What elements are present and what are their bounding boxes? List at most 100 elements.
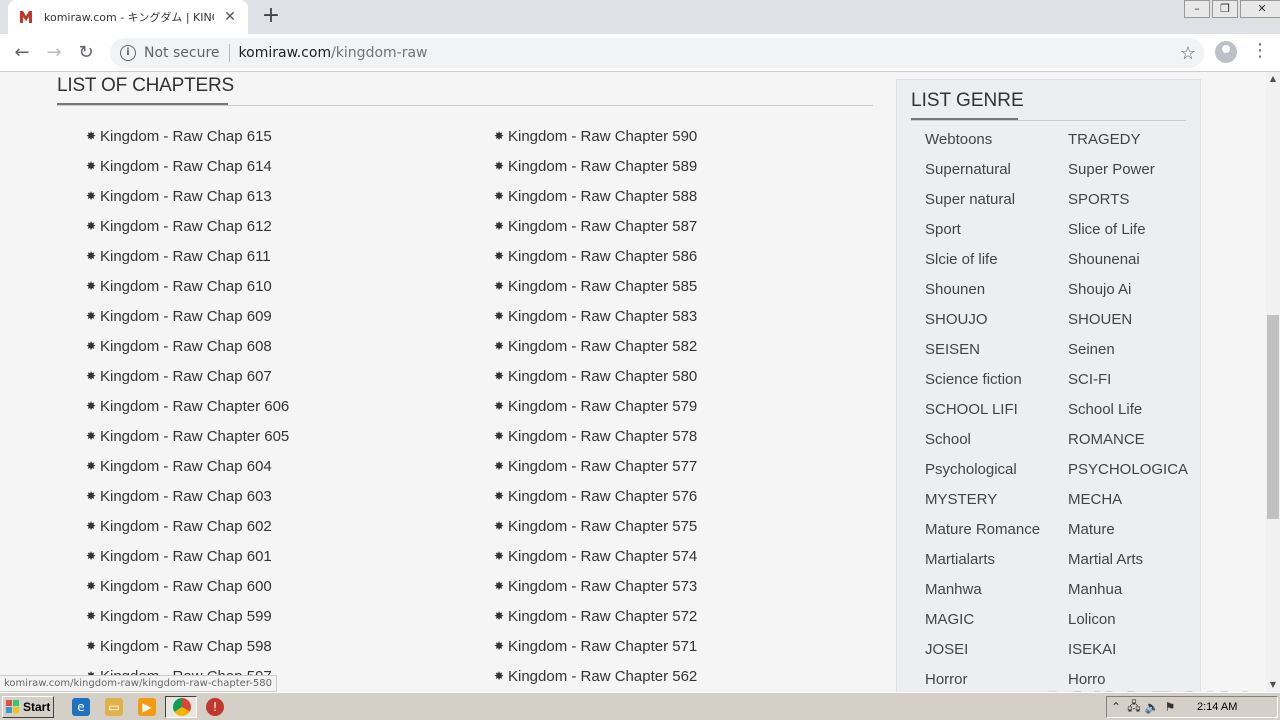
genre-link[interactable]: ISEKAI xyxy=(1068,634,1195,664)
genre-link[interactable]: School Life xyxy=(1068,394,1195,424)
chapter-link[interactable]: ✸ Kingdom - Raw Chap 612 xyxy=(86,211,289,241)
genre-link[interactable]: Mature Romance xyxy=(925,514,1068,544)
chapter-link[interactable]: ✸ Kingdom - Raw Chapter 585 xyxy=(494,271,697,301)
genre-link[interactable]: School xyxy=(925,424,1068,454)
security-label[interactable]: Not secure xyxy=(144,45,220,61)
genre-link[interactable]: Psychological xyxy=(925,454,1068,484)
genre-link[interactable]: Super Power xyxy=(1068,154,1195,184)
chapter-link[interactable]: ✸ Kingdom - Raw Chapter 588 xyxy=(494,181,697,211)
address-bar[interactable]: i Not secure komiraw.com /kingdom-raw ☆ xyxy=(110,38,1204,68)
genre-link[interactable]: Super natural xyxy=(925,184,1068,214)
chapter-link[interactable]: ✸ Kingdom - Raw Chapter 571 xyxy=(494,631,697,661)
genre-link[interactable]: Lolicon xyxy=(1068,604,1195,634)
genre-link[interactable]: SHOUEN xyxy=(1068,304,1195,334)
profile-avatar-icon[interactable] xyxy=(1215,41,1237,63)
genre-link[interactable]: Seinen xyxy=(1068,334,1195,364)
bookmark-star-icon[interactable]: ☆ xyxy=(1180,43,1196,64)
chapter-link[interactable]: ✸ Kingdom - Raw Chap 600 xyxy=(86,571,289,601)
genre-link[interactable]: MAGIC xyxy=(925,604,1068,634)
chapter-link[interactable]: ✸ Kingdom - Raw Chapter 575 xyxy=(494,511,697,541)
genre-link[interactable]: SCHOOL LIFI xyxy=(925,394,1068,424)
genre-link[interactable]: Shounenai xyxy=(1068,244,1195,274)
restore-icon[interactable]: ❐ xyxy=(1212,0,1238,18)
chapter-link[interactable]: ✸ Kingdom - Raw Chap 609 xyxy=(86,301,289,331)
genre-link[interactable]: SEISEN xyxy=(925,334,1068,364)
reload-icon[interactable]: ↻ xyxy=(74,41,98,65)
chapter-link[interactable]: ✸ Kingdom - Raw Chapter 606 xyxy=(86,391,289,421)
genre-link[interactable]: JOSEI xyxy=(925,634,1068,664)
genre-link[interactable]: Mature xyxy=(1068,514,1195,544)
chapter-link[interactable]: ✸ Kingdom - Raw Chapter 589 xyxy=(494,151,697,181)
chapter-link[interactable]: ✸ Kingdom - Raw Chap 615 xyxy=(86,121,289,151)
scroll-down-icon[interactable]: ▼ xyxy=(1266,678,1280,692)
chapter-link[interactable]: ✸ Kingdom - Raw Chapter 574 xyxy=(494,541,697,571)
genre-link[interactable]: Martialarts xyxy=(925,544,1068,574)
start-button[interactable]: Start xyxy=(2,696,54,718)
network-icon[interactable]: 🖧 xyxy=(1125,697,1143,718)
genre-link[interactable]: SPORTS xyxy=(1068,184,1195,214)
chapter-link[interactable]: ✸ Kingdom - Raw Chap 603 xyxy=(86,481,289,511)
file-explorer-icon[interactable]: ▭ xyxy=(105,698,123,716)
page-scrollbar[interactable]: ▲ ▼ xyxy=(1266,72,1280,692)
genre-link[interactable]: Sport xyxy=(925,214,1068,244)
chapter-link[interactable]: ✸ Kingdom - Raw Chap 614 xyxy=(86,151,289,181)
chapter-link[interactable]: ✸ Kingdom - Raw Chapter 582 xyxy=(494,331,697,361)
volume-icon[interactable]: 🔈 xyxy=(1143,700,1161,714)
genre-link[interactable]: Slcie of life xyxy=(925,244,1068,274)
chapter-link[interactable]: ✸ Kingdom - Raw Chap 611 xyxy=(86,241,289,271)
info-icon[interactable]: i xyxy=(120,45,136,61)
scroll-up-icon[interactable]: ▲ xyxy=(1266,72,1280,86)
alert-app-icon[interactable]: ! xyxy=(206,698,224,716)
new-tab-button[interactable]: + xyxy=(258,4,284,30)
chapter-link[interactable]: ✸ Kingdom - Raw Chapter 586 xyxy=(494,241,697,271)
close-window-icon[interactable]: ✕ xyxy=(1240,0,1280,18)
chapter-link[interactable]: ✸ Kingdom - Raw Chap 599 xyxy=(86,601,289,631)
chapter-link[interactable]: ✸ Kingdom - Raw Chap 608 xyxy=(86,331,289,361)
chapter-link[interactable]: ✸ Kingdom - Raw Chapter 577 xyxy=(494,451,697,481)
genre-link[interactable]: MECHA xyxy=(1068,484,1195,514)
browser-menu-icon[interactable]: ⋮ xyxy=(1250,41,1270,63)
genre-link[interactable]: SHOUJO xyxy=(925,304,1068,334)
genre-link[interactable]: Science fiction xyxy=(925,364,1068,394)
flag-icon[interactable]: ⚑ xyxy=(1161,700,1179,714)
genre-link[interactable]: Martial Arts xyxy=(1068,544,1195,574)
genre-link[interactable]: Supernatural xyxy=(925,154,1068,184)
chapter-link[interactable]: ✸ Kingdom - Raw Chapter 579 xyxy=(494,391,697,421)
chapter-link[interactable]: ✸ Kingdom - Raw Chap 601 xyxy=(86,541,289,571)
chapter-link[interactable]: ✸ Kingdom - Raw Chapter 587 xyxy=(494,211,697,241)
genre-link[interactable]: Webtoons xyxy=(925,124,1068,154)
internet-explorer-icon[interactable]: e xyxy=(72,698,90,716)
chapter-link[interactable]: ✸ Kingdom - Raw Chap 598 xyxy=(86,631,289,661)
back-arrow-icon[interactable]: ← xyxy=(10,41,34,65)
chapter-link[interactable]: ✸ Kingdom - Raw Chapter 576 xyxy=(494,481,697,511)
browser-tab[interactable]: komiraw.com - キングダム | KINGDOM ✕ xyxy=(8,0,248,34)
chapter-link[interactable]: ✸ Kingdom - Raw Chapter 578 xyxy=(494,421,697,451)
chapter-link[interactable]: ✸ Kingdom - Raw Chapter 562 xyxy=(494,661,697,691)
genre-link[interactable]: Slice of Life xyxy=(1068,214,1195,244)
chapter-link[interactable]: ✸ Kingdom - Raw Chap 602 xyxy=(86,511,289,541)
chapter-link[interactable]: ✸ Kingdom - Raw Chapter 572 xyxy=(494,601,697,631)
scrollbar-thumb[interactable] xyxy=(1267,315,1279,519)
chapter-link[interactable]: ✸ Kingdom - Raw Chapter 605 xyxy=(86,421,289,451)
chapter-link[interactable]: ✸ Kingdom - Raw Chapter 573 xyxy=(494,571,697,601)
minimize-icon[interactable]: – xyxy=(1184,0,1210,18)
chapter-link[interactable]: ✸ Kingdom - Raw Chapter 580 xyxy=(494,361,697,391)
genre-link[interactable]: Shounen xyxy=(925,274,1068,304)
chapter-link[interactable]: ✸ Kingdom - Raw Chapter 583 xyxy=(494,301,697,331)
chrome-taskbar-button[interactable] xyxy=(165,696,197,718)
genre-link[interactable]: Manhwa xyxy=(925,574,1068,604)
genre-link[interactable]: PSYCHOLOGICA xyxy=(1068,454,1195,484)
chapter-link[interactable]: ✸ Kingdom - Raw Chap 610 xyxy=(86,271,289,301)
genre-link[interactable]: SCI-FI xyxy=(1068,364,1195,394)
genre-link[interactable]: Shoujo Ai xyxy=(1068,274,1195,304)
tab-close-icon[interactable]: ✕ xyxy=(222,9,238,25)
genre-link[interactable]: Manhua xyxy=(1068,574,1195,604)
chapter-link[interactable]: ✸ Kingdom - Raw Chap 607 xyxy=(86,361,289,391)
chapter-link[interactable]: ✸ Kingdom - Raw Chapter 590 xyxy=(494,121,697,151)
clock[interactable]: 2:14 AM xyxy=(1197,701,1237,713)
tray-expand-icon[interactable]: ⌃ xyxy=(1107,700,1125,714)
forward-arrow-icon[interactable]: → xyxy=(42,41,66,65)
chapter-link[interactable]: ✸ Kingdom - Raw Chap 613 xyxy=(86,181,289,211)
chapter-link[interactable]: ✸ Kingdom - Raw Chap 604 xyxy=(86,451,289,481)
genre-link[interactable]: ROMANCE xyxy=(1068,424,1195,454)
